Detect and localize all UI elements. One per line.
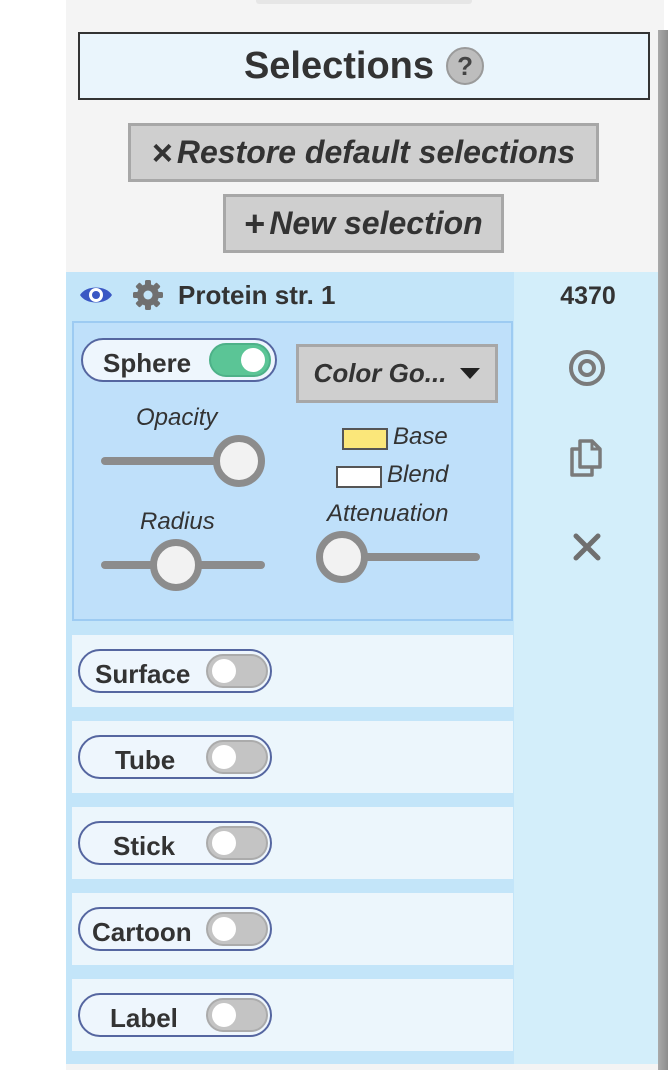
toggle-knob [212,831,236,855]
caret-down-icon [460,368,481,379]
surface-toggle-pill[interactable]: Surface [78,649,272,693]
sphere-toggle-pill[interactable]: Sphere [81,338,277,382]
base-label: Base [393,423,448,450]
selection-header-row: Protein str. 1 [78,278,336,312]
attenuation-slider-thumb[interactable] [316,531,368,583]
color-scheme-dropdown[interactable]: Color Go... [296,344,498,403]
panel-scrollbar[interactable] [658,30,668,1070]
blend-label: Blend [387,461,449,488]
toggle-knob [212,745,236,769]
opacity-label: Opacity [136,404,218,431]
target-icon[interactable] [567,348,607,388]
plus-icon: + [244,202,266,244]
base-color-swatch[interactable] [342,428,388,450]
delete-selection-icon[interactable] [570,530,604,564]
cartoon-toggle-pill[interactable]: Cartoon [78,907,272,951]
cartoon-label: Cartoon [92,917,192,947]
stick-toggle[interactable] [206,826,268,860]
color-scheme-value: Color Go... [313,358,447,388]
radius-slider-thumb[interactable] [150,539,202,591]
attenuation-label: Attenuation [327,500,449,527]
sphere-label: Sphere [103,348,192,378]
close-icon: × [151,131,173,173]
gear-icon[interactable] [132,279,164,311]
blend-color-swatch[interactable] [336,466,382,488]
selections-header: Selections ? [78,32,650,100]
copy-icon[interactable] [566,437,606,479]
tube-label: Tube [115,745,176,775]
help-icon[interactable]: ? [446,47,485,85]
toggle-knob [212,917,236,941]
label-toggle[interactable] [206,998,268,1032]
selections-title: Selections [243,44,435,87]
new-selection-label: New selection [269,205,483,241]
surface-label: Surface [95,659,191,689]
tube-toggle-pill[interactable]: Tube [78,735,272,779]
stick-label: Stick [113,831,176,861]
radius-label: Radius [140,508,215,535]
selection-name[interactable]: Protein str. 1 [178,280,336,311]
sphere-toggle[interactable] [209,343,271,377]
opacity-slider-thumb[interactable] [213,435,265,487]
label-rep-label: Label [110,1003,178,1033]
eye-icon[interactable] [78,282,114,308]
toggle-knob [241,348,265,372]
cartoon-toggle[interactable] [206,912,268,946]
tube-toggle[interactable] [206,740,268,774]
toggle-knob [212,659,236,683]
stick-toggle-pill[interactable]: Stick [78,821,272,865]
toggle-knob [212,1003,236,1027]
label-toggle-pill[interactable]: Label [78,993,272,1037]
atom-count: 4370 [560,282,616,310]
restore-label: Restore default selections [176,134,576,170]
surface-toggle[interactable] [206,654,268,688]
new-selection-button[interactable]: + New selection [223,194,504,253]
restore-default-selections-button[interactable]: × Restore default selections [128,123,599,182]
top-tab-edge [256,0,472,4]
